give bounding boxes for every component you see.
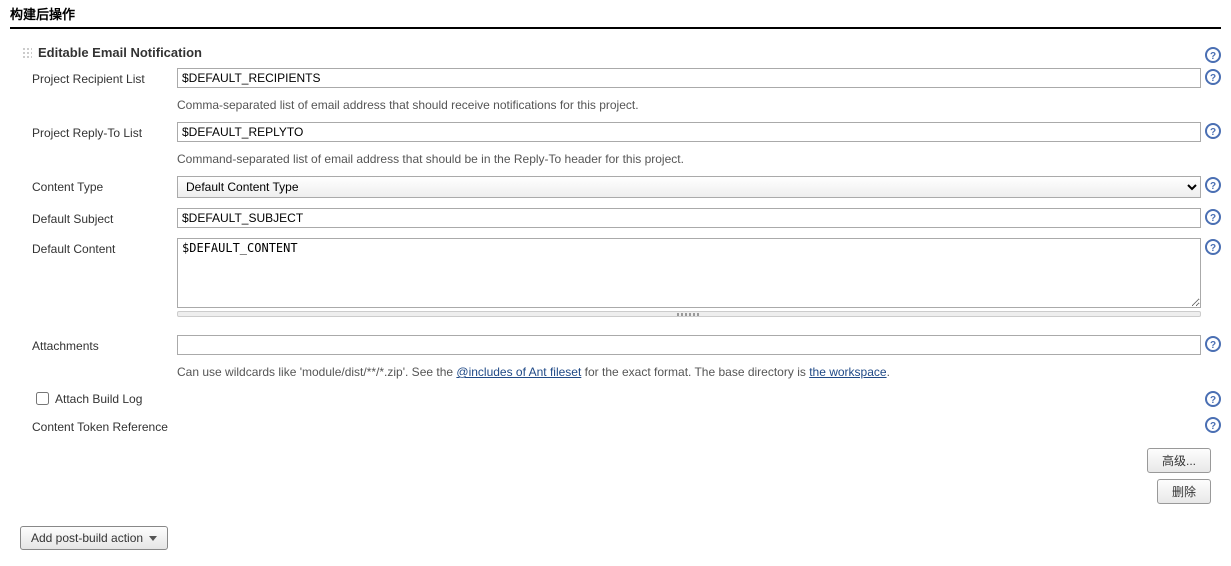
chevron-down-icon — [149, 536, 157, 541]
advanced-button[interactable]: 高级... — [1147, 448, 1211, 473]
attachments-label: Attachments — [32, 335, 177, 353]
replyto-list-desc: Command-separated list of email address … — [10, 146, 1221, 176]
recipient-list-input[interactable] — [177, 68, 1201, 88]
block-title-text: Editable Email Notification — [38, 45, 202, 60]
svg-text:?: ? — [1210, 340, 1216, 351]
help-icon[interactable]: ? — [1205, 47, 1221, 63]
help-icon[interactable]: ? — [1205, 123, 1221, 139]
delete-button[interactable]: 删除 — [1157, 479, 1211, 504]
svg-text:?: ? — [1210, 213, 1216, 224]
default-content-textarea[interactable]: $DEFAULT_CONTENT — [177, 238, 1201, 308]
add-post-build-action-button[interactable]: Add post-build action — [20, 526, 168, 550]
svg-text:?: ? — [1210, 395, 1216, 406]
help-icon[interactable]: ? — [1205, 239, 1221, 255]
svg-text:?: ? — [1210, 421, 1216, 432]
attachments-desc: Can use wildcards like 'module/dist/**/*… — [10, 359, 1221, 389]
replyto-list-label: Project Reply-To List — [32, 122, 177, 140]
block-title: Editable Email Notification — [10, 41, 1201, 68]
content-type-select[interactable]: Default Content Type — [177, 176, 1201, 198]
attach-build-log-label: Attach Build Log — [55, 392, 1201, 406]
svg-text:?: ? — [1210, 181, 1216, 192]
attach-build-log-checkbox[interactable] — [36, 392, 49, 405]
svg-text:?: ? — [1210, 73, 1216, 84]
ant-fileset-link[interactable]: @includes of Ant fileset — [456, 365, 581, 379]
content-type-label: Content Type — [32, 176, 177, 194]
replyto-list-input[interactable] — [177, 122, 1201, 142]
recipient-list-desc: Comma-separated list of email address th… — [10, 92, 1221, 122]
svg-text:?: ? — [1210, 243, 1216, 254]
help-icon[interactable]: ? — [1205, 209, 1221, 225]
drag-handle-icon[interactable] — [22, 47, 32, 59]
help-icon[interactable]: ? — [1205, 391, 1221, 407]
help-icon[interactable]: ? — [1205, 69, 1221, 85]
help-icon[interactable]: ? — [1205, 336, 1221, 352]
svg-text:?: ? — [1210, 127, 1216, 138]
content-token-ref-label: Content Token Reference — [32, 416, 1201, 434]
resize-handle[interactable] — [177, 311, 1201, 317]
workspace-link[interactable]: the workspace — [809, 365, 886, 379]
help-icon[interactable]: ? — [1205, 177, 1221, 193]
default-content-label: Default Content — [32, 238, 177, 256]
default-subject-input[interactable] — [177, 208, 1201, 228]
recipient-list-label: Project Recipient List — [32, 68, 177, 86]
section-header: 构建后操作 — [10, 0, 1221, 29]
svg-text:?: ? — [1210, 51, 1216, 62]
default-subject-label: Default Subject — [32, 208, 177, 226]
attachments-input[interactable] — [177, 335, 1201, 355]
help-icon[interactable]: ? — [1205, 417, 1221, 433]
